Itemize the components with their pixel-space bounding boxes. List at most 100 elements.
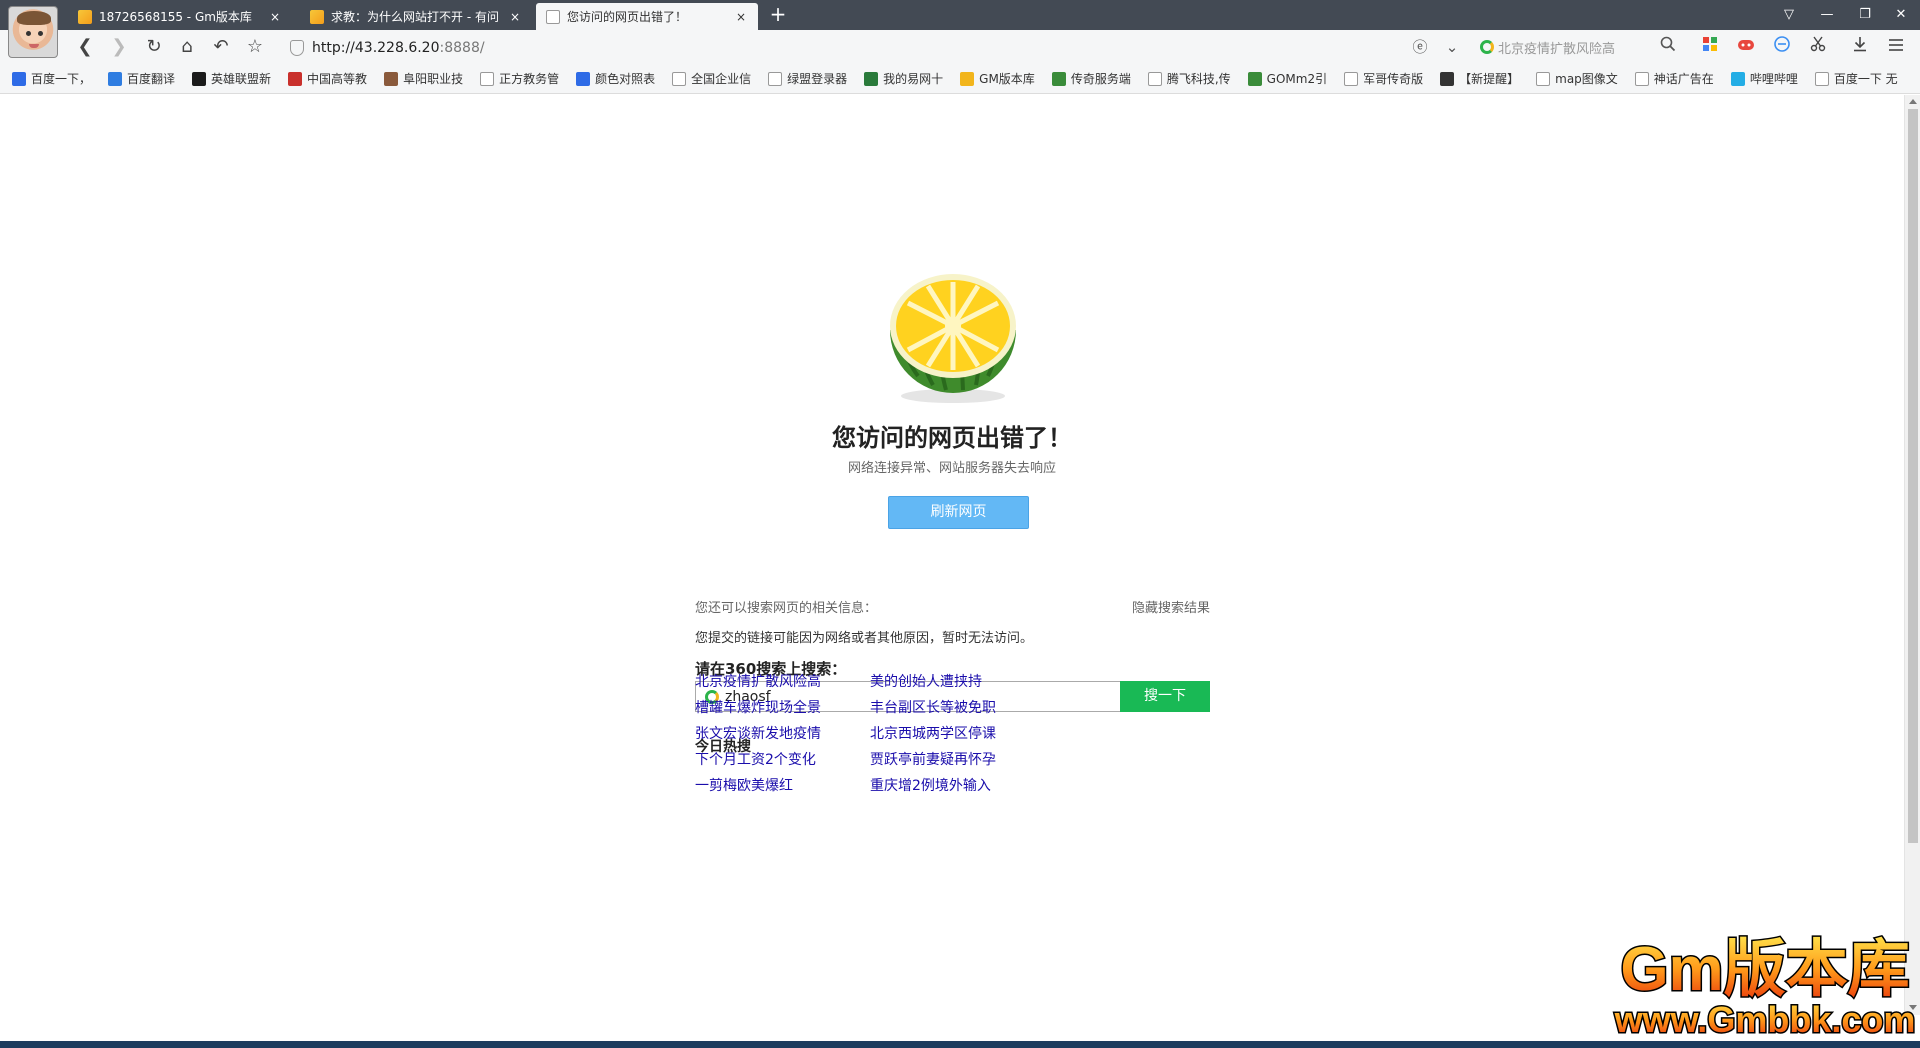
bookmark-item[interactable]: GOMm2引 — [1247, 70, 1328, 87]
scrollbar-thumb[interactable] — [1908, 109, 1918, 843]
bookmark-item[interactable]: 神话广告在 — [1634, 70, 1714, 87]
bookmark-item[interactable]: 绿盟登录器 — [768, 70, 847, 87]
bookmark-label: 军哥传奇版 — [1363, 72, 1424, 86]
undo-close-button[interactable]: ↶ — [208, 34, 234, 60]
bookmark-item[interactable]: 传奇服务端 — [1051, 70, 1131, 87]
bookmark-item[interactable]: 百度一下， — [12, 70, 91, 87]
bookmark-favicon-icon — [384, 71, 399, 86]
game-icon[interactable] — [1734, 35, 1758, 59]
bookmark-item[interactable]: 阜阳职业技 — [384, 70, 463, 87]
bookmark-favicon-icon — [768, 71, 783, 86]
tab-close-icon[interactable]: × — [508, 10, 522, 24]
bookmark-favicon-icon — [480, 71, 495, 86]
bookmark-favicon-icon — [192, 71, 207, 86]
bookmark-item[interactable]: 英雄联盟新 — [192, 70, 271, 87]
tab-title: 18726568155 - Gm版本库 — [99, 10, 252, 24]
hot-search-link[interactable]: 槽罐车爆炸现场全景 — [695, 697, 821, 717]
reload-button[interactable]: ↻ — [141, 34, 167, 60]
error-title: 您访问的网页出错了！ — [832, 424, 1072, 452]
bookmark-item[interactable]: 中国高等教 — [288, 70, 367, 87]
search-placeholder: 北京疫情扩散风险高 — [1498, 41, 1616, 57]
compat-mode-icon[interactable]: ⓔ — [1408, 34, 1432, 60]
url-host: http://43.228.6.20 — [312, 40, 440, 56]
window-menu-icon[interactable]: ▽ — [1770, 0, 1808, 30]
user-avatar[interactable] — [8, 6, 58, 58]
bookmark-favicon-icon — [1051, 71, 1066, 86]
tab-error-page[interactable]: 您访问的网页出错了！ × — [536, 3, 758, 30]
hot-search-link[interactable]: 张文宏谈新发地疫情 — [695, 723, 821, 743]
bookmark-item[interactable]: 正方教务管 — [480, 70, 559, 87]
restore-button[interactable]: ❐ — [1846, 0, 1884, 30]
avatar-hair — [17, 11, 51, 25]
search-360-button[interactable]: 搜一下 — [1120, 681, 1210, 712]
hide-results-link[interactable]: 隐藏搜索结果 — [1132, 597, 1210, 616]
bookmark-favicon-icon — [1344, 71, 1359, 86]
menu-icon[interactable] — [1884, 35, 1908, 59]
new-tab-button[interactable]: + — [766, 3, 790, 27]
hot-search-link[interactable]: 北京疫情扩散风险高 — [695, 671, 821, 691]
bookmark-item[interactable]: 我的易网十 — [864, 70, 943, 87]
watermelon-logo-icon — [890, 274, 1016, 403]
bookmark-label: 【新提醒】 — [1459, 72, 1520, 86]
bookmark-label: 我的易网十 — [883, 72, 944, 86]
bookmark-item[interactable]: 百度一下 无 — [1814, 70, 1898, 87]
bookmark-favicon-icon — [576, 71, 591, 86]
back-button[interactable]: ❮ — [72, 34, 98, 60]
download-icon[interactable] — [1848, 35, 1872, 59]
minimize-button[interactable]: — — [1808, 0, 1846, 30]
tab-gm-library[interactable]: 18726568155 - Gm版本库 × — [68, 3, 292, 30]
avatar-eye-left — [26, 31, 31, 36]
bookmark-item[interactable]: 【新提醒】 — [1440, 70, 1519, 87]
hot-search-link[interactable]: 下个月工资2个变化 — [695, 749, 816, 769]
tab-bar: 18726568155 - Gm版本库 × 求教：为什么网站打不开 - 有问 ×… — [0, 0, 1920, 30]
forward-button[interactable]: ❯ — [106, 34, 132, 60]
bookmark-item[interactable]: 哔哩哔哩 — [1730, 70, 1798, 87]
bookmark-item[interactable]: 全国企业信 — [672, 70, 751, 87]
bookmark-favicon-icon — [1247, 71, 1262, 86]
vertical-scrollbar[interactable] — [1904, 95, 1920, 1015]
tab-close-icon[interactable]: × — [268, 10, 282, 24]
tab-question[interactable]: 求教：为什么网站打不开 - 有问 × — [300, 3, 532, 30]
hot-search-link[interactable]: 重庆增2例境外输入 — [870, 775, 991, 795]
bookmark-label: 阜阳职业技 — [403, 72, 464, 86]
bookmark-label: GM版本库 — [979, 72, 1035, 86]
apps-icon[interactable] — [1698, 35, 1722, 59]
address-bar[interactable]: http://43.228.6.20:8888/ — [290, 36, 1380, 60]
hot-search-link[interactable]: 北京西城两学区停课 — [870, 723, 996, 743]
tab-close-icon[interactable]: × — [734, 10, 748, 24]
search-input[interactable]: 北京疫情扩散风险高 — [1480, 36, 1680, 58]
refresh-button[interactable]: 刷新网页 — [888, 496, 1029, 529]
bookmark-label: 百度翻译 — [127, 72, 176, 86]
bookmark-favicon-icon — [1536, 71, 1551, 86]
bookmark-item[interactable]: 腾飞科技,传 — [1147, 70, 1231, 87]
error-subtitle: 网络连接异常、网站服务器失去响应 — [847, 461, 1056, 476]
home-button[interactable]: ⌂ — [174, 34, 200, 60]
close-window-button[interactable]: ✕ — [1882, 0, 1920, 30]
hot-search-link[interactable]: 贾跃亭前妻疑再怀孕 — [870, 749, 996, 769]
browser-window: 18726568155 - Gm版本库 × 求教：为什么网站打不开 - 有问 ×… — [0, 0, 1920, 1048]
hot-search-link[interactable]: 美的创始人遭挟持 — [870, 671, 982, 691]
search-icon[interactable] — [1656, 35, 1680, 59]
bookmark-label: GOMm2引 — [1266, 72, 1328, 86]
chevron-down-icon[interactable]: ⌄ — [1442, 34, 1462, 60]
scroll-up-icon[interactable] — [1909, 99, 1917, 104]
bookmark-label: 中国高等教 — [307, 72, 368, 86]
bookmark-favicon-icon — [960, 71, 975, 86]
scissors-icon[interactable] — [1806, 35, 1830, 59]
bookmark-star-button[interactable]: ☆ — [242, 34, 268, 60]
address-toolbar: ❮ ❯ ↻ ⌂ ↶ ☆ http://43.228.6.20:8888/ ⓔ ⌄… — [0, 30, 1920, 64]
bookmark-favicon-icon — [1440, 71, 1455, 86]
page-favicon-icon — [546, 9, 560, 24]
translate-icon[interactable] — [1770, 35, 1794, 59]
bookmark-item[interactable]: GM版本库 — [960, 70, 1035, 87]
bookmark-label: 英雄联盟新 — [211, 72, 272, 86]
bookmark-item[interactable]: 军哥传奇版 — [1344, 70, 1423, 87]
bookmark-item[interactable]: map图像文 — [1536, 70, 1618, 87]
bookmark-item[interactable]: 百度翻译 — [108, 70, 175, 87]
bookmark-item[interactable]: 颜色对照表 — [576, 70, 655, 87]
hot-search-link[interactable]: 一剪梅欧美爆红 — [695, 775, 793, 795]
bookmark-label: 颜色对照表 — [595, 72, 656, 86]
hot-search-link[interactable]: 丰台副区长等被免职 — [870, 697, 996, 717]
bookmark-label: 百度一下 无 — [1833, 72, 1898, 86]
os-taskbar — [0, 1041, 1920, 1048]
